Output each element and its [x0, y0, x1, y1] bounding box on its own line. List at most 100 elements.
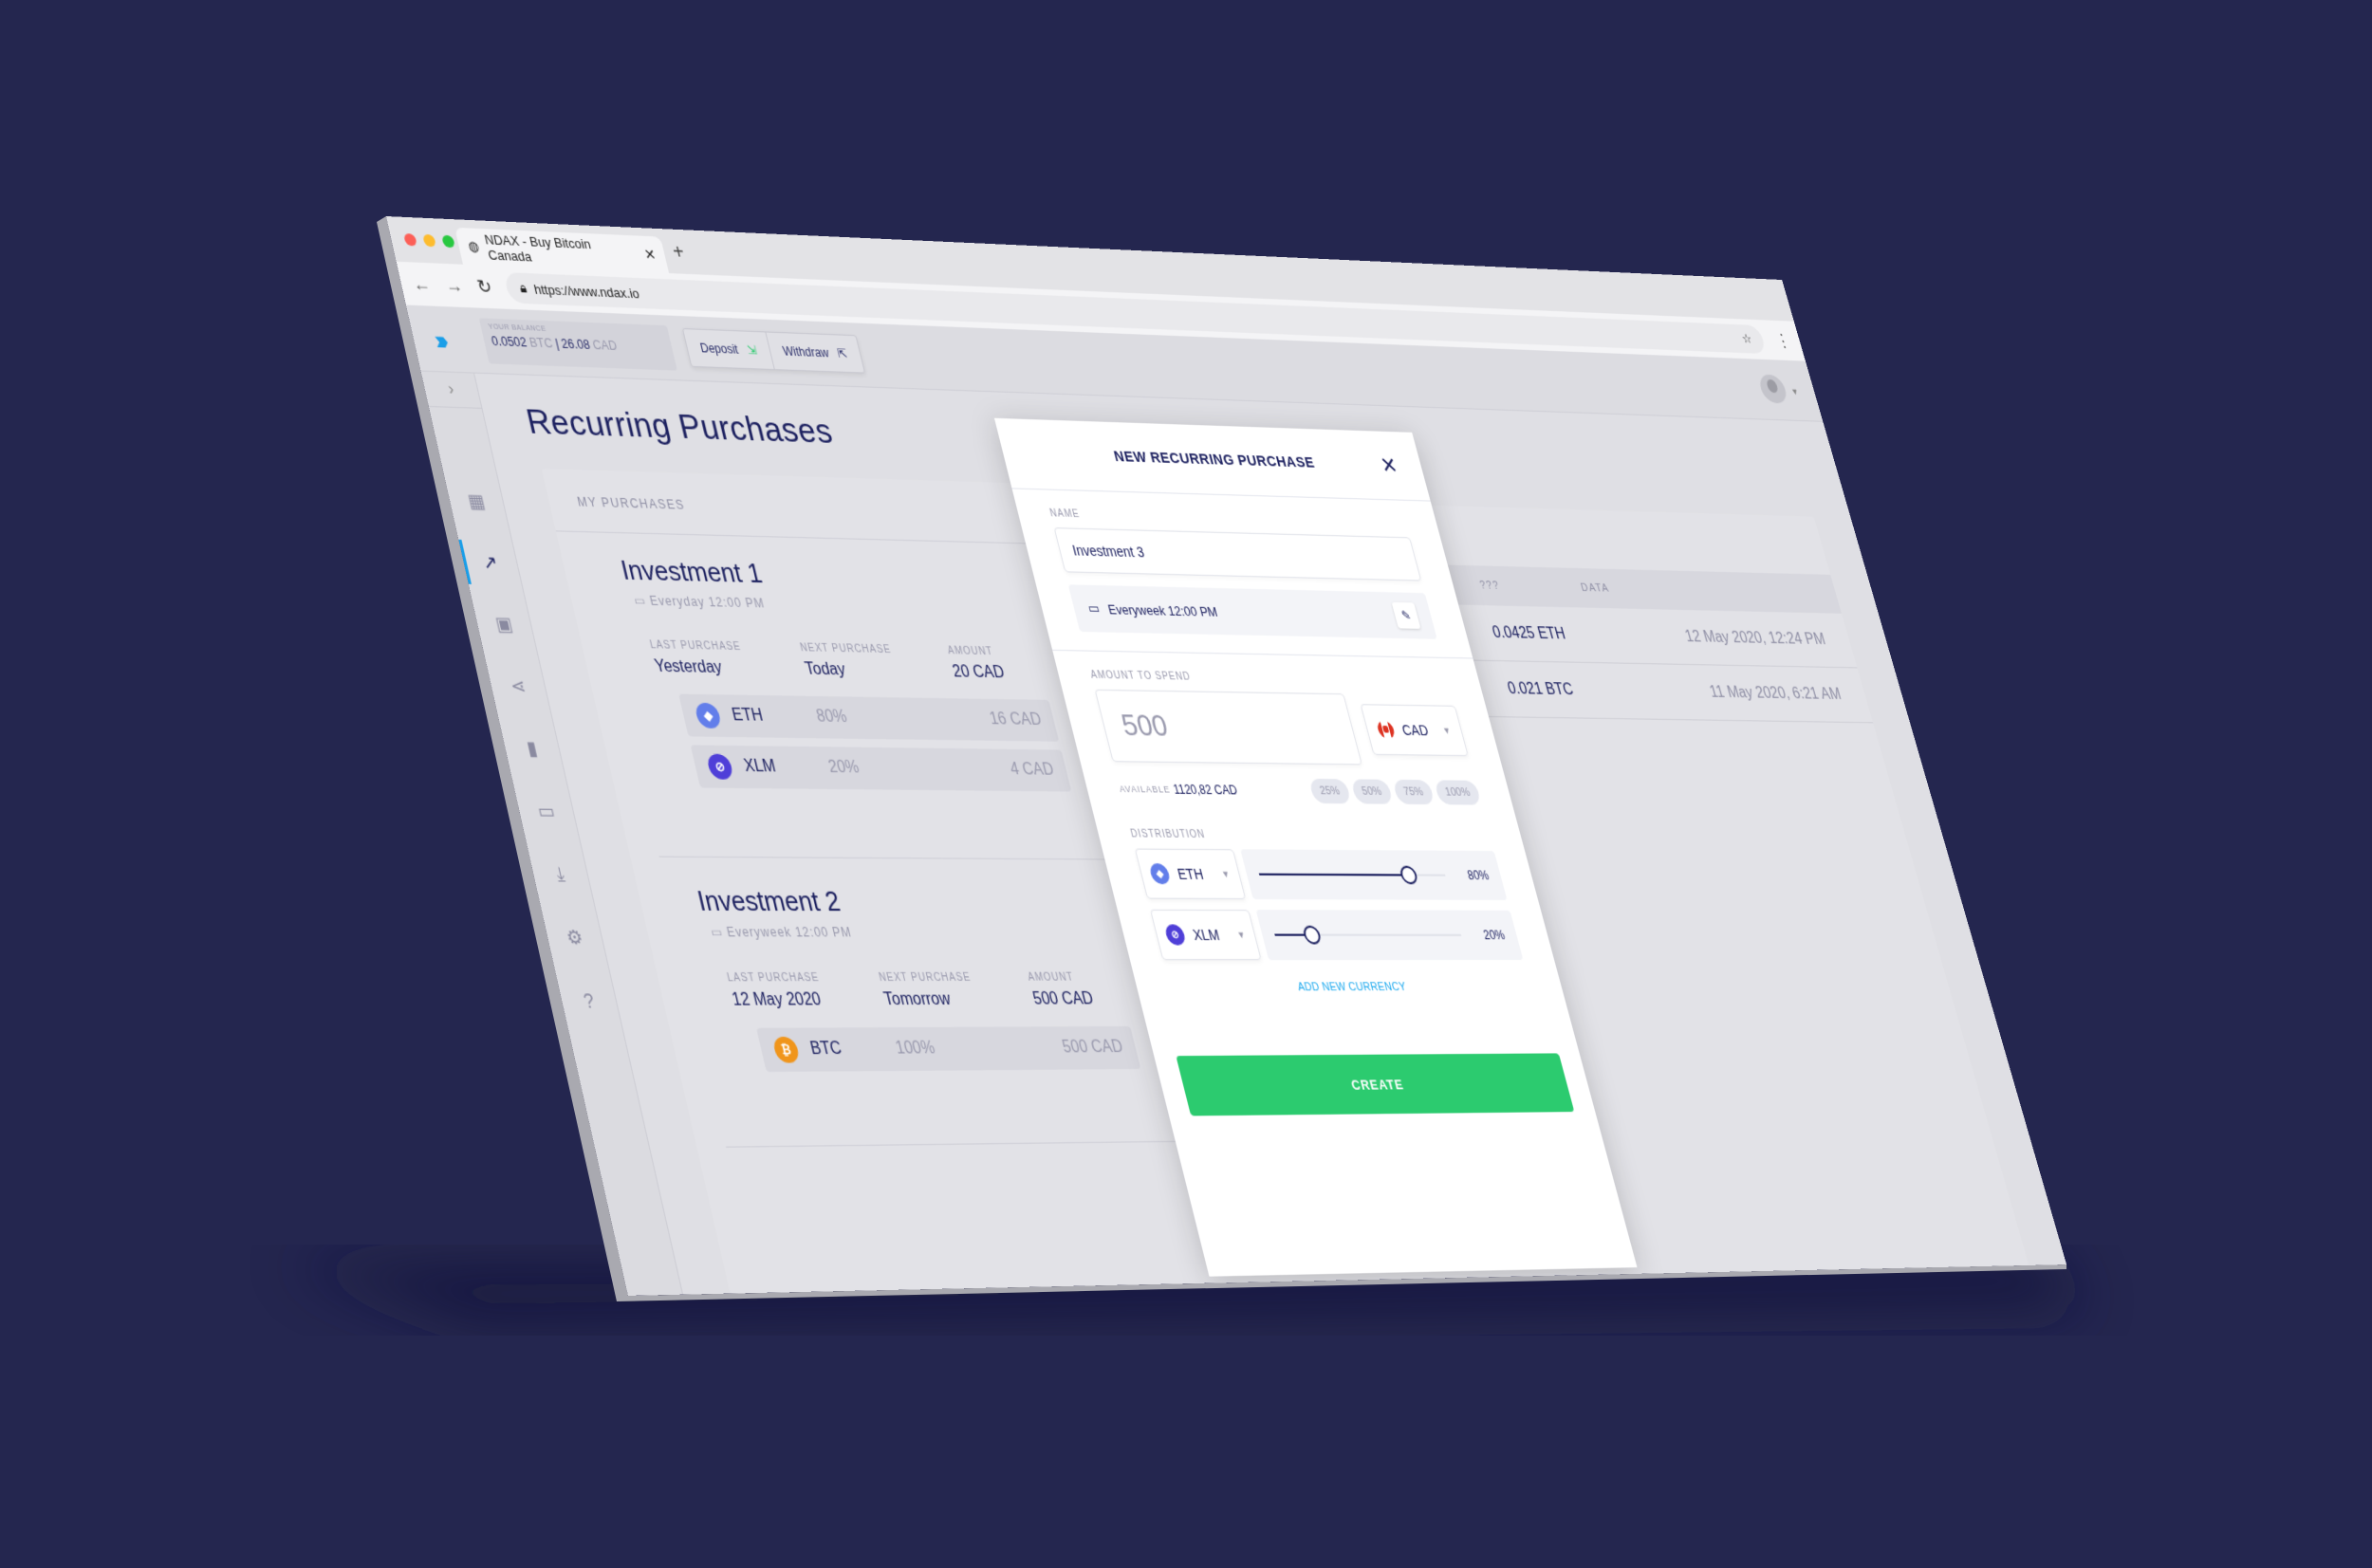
currency-value: CAD: [1399, 721, 1431, 739]
maximize-window-button[interactable]: [441, 234, 456, 249]
slider-percent: 20%: [1481, 928, 1507, 943]
distribution-slider[interactable]: 80%: [1240, 849, 1508, 900]
balance-box: YOUR BALANCE 0.0502 BTC | 26.08 CAD: [478, 318, 677, 371]
next-value: Today: [803, 660, 848, 679]
withdraw-button[interactable]: Withdraw ⇱: [765, 332, 864, 373]
xlm-icon: ⊘: [1163, 924, 1187, 946]
pencil-icon: ✎: [1399, 608, 1413, 623]
amount-value: 500: [1118, 708, 1172, 744]
coin-select[interactable]: ◆ ETH ▼: [1134, 848, 1247, 900]
available-label: AVAILABLE: [1118, 784, 1172, 795]
allocation-row: ₿ BTC 100% 500 CAD: [756, 1025, 1141, 1073]
allocation-list: ₿ BTC 100% 500 CAD: [756, 1025, 1141, 1073]
btc-unit: BTC: [528, 335, 554, 351]
next-label: NEXT PURCHASE: [878, 971, 973, 985]
reload-icon[interactable]: ↻: [475, 276, 494, 298]
allocation-row: ⊘ XLM 20% 4 CAD: [690, 745, 1072, 792]
avatar[interactable]: [1756, 374, 1789, 404]
deposit-label: Deposit: [698, 341, 740, 357]
quick-100-button[interactable]: 100%: [1434, 780, 1482, 805]
distribution-label: DISTRIBUTION: [1129, 828, 1207, 841]
withdraw-label: Withdraw: [781, 343, 831, 360]
star-icon[interactable]: ☆: [1740, 331, 1753, 346]
next-label: NEXT PURCHASE: [799, 642, 893, 656]
eth-icon: ◆: [694, 702, 723, 729]
last-value: 12 May 2020: [730, 990, 824, 1010]
chevron-down-icon: ▼: [1220, 868, 1232, 880]
quick-50-button[interactable]: 50%: [1350, 779, 1394, 804]
symbol: ETH: [730, 706, 765, 726]
cell-date: 12 May 2020, 12:24 PM: [1683, 628, 1827, 648]
btc-balance: 0.0502: [490, 334, 528, 350]
amount: 16 CAD: [988, 710, 1044, 729]
modal-header: NEW RECURRING PURCHASE ✕: [993, 417, 1431, 502]
btc-icon: ₿: [771, 1036, 801, 1063]
add-new-currency-link[interactable]: ADD NEW CURRENCY: [1168, 981, 1532, 994]
back-icon[interactable]: ←: [410, 273, 432, 296]
deposit-icon: ⇲: [745, 342, 759, 358]
percent: 100%: [894, 1039, 937, 1059]
lock-icon: 🔒︎: [518, 280, 528, 296]
cad-unit: CAD: [591, 338, 619, 354]
slider-handle[interactable]: [1302, 925, 1324, 945]
percent: 80%: [814, 708, 849, 727]
window-controls[interactable]: [402, 232, 456, 249]
close-icon[interactable]: ✕: [642, 246, 658, 264]
close-window-button[interactable]: [402, 232, 417, 247]
balance-value: 0.0502 BTC | 26.08 CAD: [490, 334, 619, 354]
cell-amount: 0.021 BTC: [1506, 679, 1576, 698]
cad-balance: 26.08: [560, 336, 592, 353]
quick-75-button[interactable]: 75%: [1392, 779, 1436, 805]
slider-percent: 80%: [1465, 868, 1491, 883]
cell-date: 11 May 2020, 6:21 AM: [1708, 683, 1844, 703]
ndax-logo[interactable]: ›››: [432, 324, 447, 357]
page-title: Recurring Purchases: [522, 401, 837, 452]
menu-icon[interactable]: ⋮: [1773, 330, 1793, 351]
schedule-row: ▭ Everyweek 12:00 PM ✎: [1067, 584, 1437, 639]
available-value: 1120,82 CAD: [1171, 782, 1239, 798]
column-header: DATA: [1579, 581, 1611, 595]
chevron-down-icon[interactable]: ▼: [1790, 387, 1800, 397]
forward-icon[interactable]: →: [443, 274, 465, 297]
slider-handle[interactable]: [1398, 865, 1419, 885]
next-value: Tomorrow: [881, 990, 953, 1009]
xlm-icon: ⊘: [705, 753, 735, 780]
schedule-value: Everyweek 12:00 PM: [1105, 600, 1219, 619]
modal-title: NEW RECURRING PURCHASE: [1112, 448, 1317, 471]
amount: 500 CAD: [1060, 1038, 1125, 1057]
name-input[interactable]: Investment 3: [1053, 527, 1422, 581]
name-section: NAME Investment 3 ▭ Everyweek 12:00 PM ✎: [1011, 489, 1473, 659]
distribution-slider[interactable]: 20%: [1255, 910, 1524, 961]
deposit-withdraw-group: Deposit ⇲ Withdraw ⇱: [681, 327, 865, 374]
quick-25-button[interactable]: 25%: [1307, 778, 1352, 804]
percent: 20%: [826, 758, 862, 777]
currency-select[interactable]: CAD ▼: [1360, 704, 1469, 757]
schedule-text: Everyweek 12:00 PM: [725, 924, 854, 940]
symbol: XLM: [742, 757, 778, 776]
name-label: NAME: [1048, 507, 1082, 521]
schedule-text: Everyday 12:00 PM: [648, 593, 767, 611]
edit-schedule-button[interactable]: ✎: [1391, 601, 1421, 629]
deposit-button[interactable]: Deposit ⇲: [683, 329, 773, 369]
available-row: AVAILABLE 1120,82 CAD 25% 50% 75% 100%: [1117, 777, 1482, 805]
close-icon[interactable]: ✕: [1378, 452, 1400, 479]
last-label: LAST PURCHASE: [648, 639, 743, 654]
tab-title: NDAX - Buy Bitcoin Canada: [483, 231, 593, 265]
chevron-down-icon: ▼: [1441, 725, 1453, 736]
globe-icon: ◍: [466, 238, 481, 254]
symbol: BTC: [808, 1039, 843, 1059]
distribution-row: ◆ ETH ▼ 80%: [1134, 848, 1508, 900]
last-label: LAST PURCHASE: [726, 971, 821, 985]
calendar-icon: ▭: [1085, 600, 1102, 617]
column-header: ???: [1478, 579, 1502, 592]
name-value: Investment 3: [1070, 542, 1146, 561]
create-button[interactable]: CREATE: [1176, 1053, 1575, 1116]
last-value: Yesterday: [653, 657, 725, 677]
eth-icon: ◆: [1148, 863, 1172, 885]
coin-select[interactable]: ⊘ XLM ▼: [1149, 909, 1262, 961]
expand-sidebar-icon[interactable]: ›: [420, 371, 482, 409]
amount-input[interactable]: 500: [1094, 689, 1362, 766]
minimize-window-button[interactable]: [422, 233, 437, 248]
plus-icon[interactable]: +: [671, 241, 687, 265]
withdraw-icon: ⇱: [836, 346, 849, 361]
